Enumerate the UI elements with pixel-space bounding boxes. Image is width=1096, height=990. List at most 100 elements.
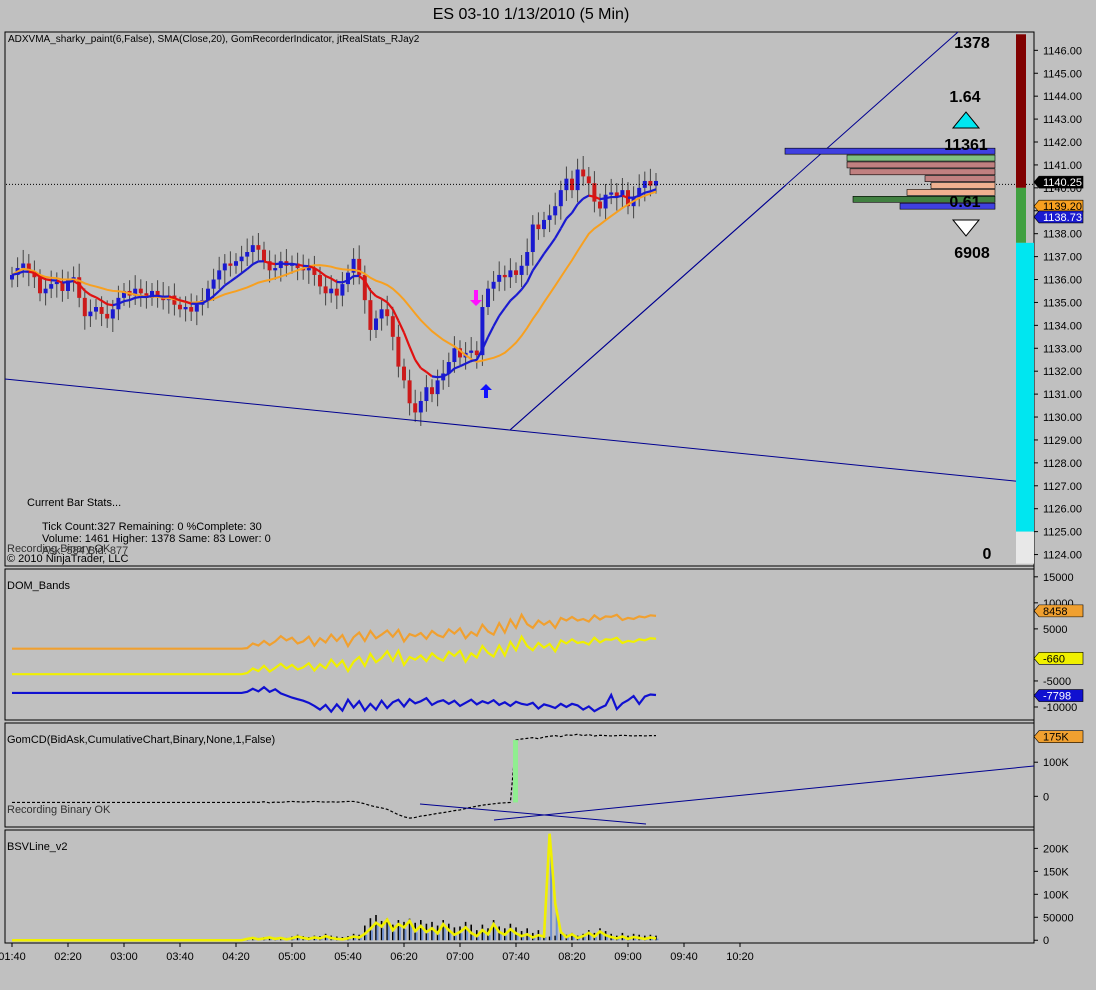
- candle-body: [256, 245, 260, 250]
- stat-top: 1378: [954, 35, 990, 52]
- candle-body: [609, 192, 613, 194]
- candle-body: [251, 245, 255, 252]
- candle-body: [598, 202, 602, 209]
- candle-body: [419, 401, 423, 412]
- adxvma-segment: [68, 281, 74, 282]
- price-tick-label: 1135.00: [1043, 297, 1082, 309]
- volume-profile-bar: [847, 162, 995, 168]
- adxvma-segment: [438, 376, 444, 377]
- copyright: © 2010 NinjaTrader, LLC: [7, 553, 128, 565]
- candle-body: [139, 289, 143, 294]
- volume-profile-bar: [931, 183, 995, 189]
- adxvma-segment: [146, 296, 152, 297]
- candle-body: [536, 225, 540, 230]
- candle-body: [643, 181, 647, 188]
- candle-body: [380, 309, 384, 318]
- price-tick-label: 1143.00: [1043, 114, 1082, 126]
- candle-body: [520, 266, 524, 275]
- candle-body: [469, 351, 473, 353]
- stat-bid-volume: 6908: [954, 245, 990, 262]
- stat-ratio-up: 1.64: [949, 89, 980, 106]
- adxvma-segment: [12, 274, 18, 275]
- dom-value-label: -660: [1043, 653, 1065, 665]
- candle-body: [228, 263, 232, 265]
- price-tick-label: 1131.00: [1043, 389, 1082, 401]
- time-tick-label: 06:20: [390, 951, 418, 963]
- green-bar: [1016, 188, 1026, 243]
- price-tick-label: 1130.00: [1043, 412, 1082, 424]
- candle-body: [223, 263, 227, 270]
- cumdelta-jump-bar: [513, 740, 518, 802]
- stat-bottom: 0: [983, 546, 992, 563]
- adxvma-segment: [606, 197, 612, 198]
- time-tick-label: 03:00: [110, 951, 138, 963]
- dom-panel-label: DOM_Bands: [7, 580, 70, 592]
- cd-value-label: 175K: [1043, 732, 1069, 744]
- candle-body: [240, 257, 244, 262]
- adxvma-segment: [29, 272, 35, 273]
- candle-body: [195, 305, 199, 312]
- adxvma-segment: [46, 279, 52, 280]
- candle-body: [374, 318, 378, 329]
- time-tick-label: 07:40: [502, 951, 530, 963]
- adxvma-segment: [589, 196, 595, 197]
- adxvma-segment: [617, 196, 623, 197]
- candle-body: [559, 190, 563, 206]
- bsv-tick-label: 0: [1043, 935, 1049, 947]
- price-tick-label: 1145.00: [1043, 68, 1082, 80]
- candle-body: [234, 261, 238, 266]
- white-bar: [1016, 532, 1034, 564]
- price-tick-label: 1133.00: [1043, 343, 1082, 355]
- candle-body: [212, 280, 216, 289]
- current-bar-line1: Tick Count:327 Remaining: 0 %Complete: 3…: [42, 521, 262, 533]
- candle-body: [94, 307, 98, 312]
- candle-body: [368, 300, 372, 330]
- candle-body: [408, 380, 412, 403]
- price-tick-label: 1127.00: [1043, 481, 1082, 493]
- candle-body: [492, 282, 496, 289]
- volume-profile-bar: [850, 169, 995, 175]
- time-tick-label: 05:00: [278, 951, 306, 963]
- stat-ask-volume: 11361: [944, 137, 988, 154]
- bsv-tick-label: 50000: [1043, 912, 1074, 924]
- bsv-panel-label: BSVLine_v2: [7, 841, 68, 853]
- candle-body: [273, 268, 277, 270]
- candle-body: [21, 263, 25, 268]
- time-tick-label: 05:40: [334, 951, 362, 963]
- candle-body: [413, 403, 417, 412]
- price-tick-label: 1141.00: [1043, 160, 1082, 172]
- cd-tick-label: 0: [1043, 791, 1049, 803]
- candle-body: [604, 195, 608, 209]
- cd-panel-label: GomCD(BidAsk,CumulativeChart,Binary,None…: [7, 734, 275, 746]
- time-tick-label: 07:00: [446, 951, 474, 963]
- price-tick-label: 1134.00: [1043, 320, 1082, 332]
- dom-tick-label: -10000: [1043, 702, 1077, 714]
- adxvma-segment: [471, 360, 477, 361]
- candle-body: [391, 316, 395, 337]
- candle-body: [581, 170, 585, 177]
- candle-body: [329, 289, 333, 294]
- time-tick-label: 08:20: [558, 951, 586, 963]
- price-tick-label: 1144.00: [1043, 91, 1082, 103]
- candle-body: [436, 380, 440, 394]
- candle-body: [531, 225, 535, 253]
- candle-body: [475, 351, 479, 356]
- price-tick-label: 1138.00: [1043, 229, 1082, 241]
- candle-body: [497, 275, 501, 282]
- candle-body: [587, 176, 591, 183]
- candle-body: [340, 284, 344, 295]
- candle-body: [324, 286, 328, 293]
- candle-body: [217, 270, 221, 279]
- adxvma-segment: [600, 198, 606, 199]
- dom-value-label: 8458: [1043, 606, 1067, 618]
- price-tick-label: 1136.00: [1043, 275, 1082, 287]
- price-tick-label: 1146.00: [1043, 45, 1082, 57]
- candle-body: [245, 252, 249, 257]
- last-price-label: 1140.25: [1043, 177, 1082, 189]
- candle-body: [262, 250, 266, 261]
- time-tick-label: 02:20: [54, 951, 82, 963]
- candle-body: [83, 298, 87, 316]
- bsv-tick-label: 150K: [1043, 866, 1069, 878]
- chart-window: ES 03-10 1/13/2010 (5 Min) 1146.001145.0…: [0, 0, 1096, 987]
- candle-body: [105, 314, 109, 319]
